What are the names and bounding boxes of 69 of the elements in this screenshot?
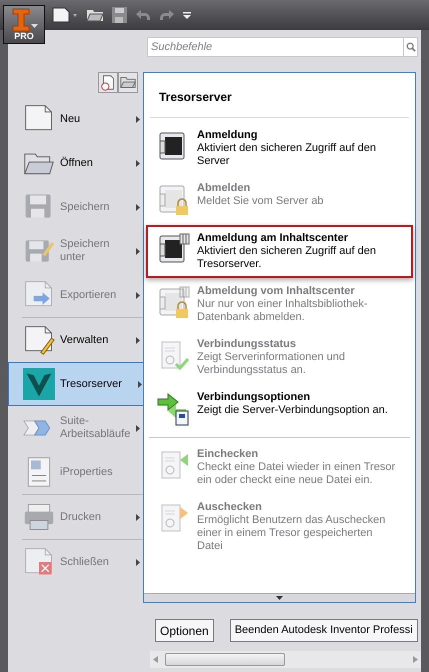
open-folder-icon[interactable] — [86, 8, 104, 22]
menu-item[interactable]: Öffnen — [8, 141, 144, 185]
command-description: Nur nur von einer Inhaltsbibliothek-Datenbank abmelden. — [197, 298, 369, 324]
application-menu-button[interactable]: PRO — [3, 5, 45, 44]
dropdown-icon[interactable] — [183, 12, 191, 18]
menu-item[interactable]: Tresorserver — [8, 362, 146, 406]
search-icon — [406, 42, 416, 52]
menu-icon — [23, 324, 55, 356]
submenu-arrow-icon — [136, 424, 140, 432]
submenu-item[interactable]: Anmeldung Aktiviert den sicheren Zugriff auf den Server — [144, 122, 415, 175]
command-title: Anmeldung am Inhaltscenter — [197, 232, 349, 245]
command-description: Checkt eine Datei wieder in einen Tresor ein oder checkt eine neue Datei ein. — [197, 461, 396, 487]
menu-label: Öffnen — [60, 156, 94, 170]
recent-documents-icon[interactable] — [98, 72, 118, 93]
submenu-arrow-icon — [136, 336, 140, 344]
submenu-title: Tresorserver — [159, 90, 232, 104]
command-description: Aktiviert den sicheren Zugriff auf den Tresorserver. — [197, 245, 377, 271]
save-icon[interactable] — [112, 7, 127, 23]
submenu-arrow-icon — [136, 160, 140, 166]
command-description: Zeigt die Server-Verbindungsoption an. — [197, 404, 388, 417]
submenu-arrow-icon — [136, 558, 140, 566]
command-title: Verbindungsstatus — [197, 338, 298, 351]
undo-icon[interactable] — [135, 9, 151, 21]
menu-label: iProperties — [60, 466, 114, 478]
menu-item[interactable]: Verwalten — [8, 318, 144, 362]
scroll-down-icon — [276, 596, 283, 600]
menu-label: Verwalten — [60, 334, 110, 346]
menu-label: Speichern — [60, 200, 111, 214]
menu-label: Tresorserver — [60, 378, 123, 390]
menu-label: Schließen — [60, 556, 110, 568]
submenu-arrow-icon — [138, 380, 142, 388]
search-field[interactable]: Suchbefehle — [147, 37, 404, 57]
redo-icon[interactable] — [159, 9, 175, 21]
exit-button[interactable]: Beenden Autodesk Inventor Professi — [230, 619, 418, 642]
menu-item[interactable]: Neu — [8, 97, 144, 141]
command-title: Verbindungsoptionen — [197, 391, 312, 404]
options-button[interactable]: Optionen — [155, 619, 214, 642]
submenu-item[interactable]: Verbindungsoptionen Zeigt die Server-Verbindungsoption an. — [144, 384, 415, 434]
scroll-left-icon[interactable] — [153, 656, 158, 663]
submenu-arrow-icon — [136, 292, 140, 298]
scroll-down-bar[interactable] — [144, 593, 415, 602]
scroll-right-icon[interactable] — [413, 656, 418, 663]
command-title: Abmeldung vom Inhaltscenter — [197, 285, 356, 298]
logo-icon — [10, 8, 30, 32]
command-title: Abmelden — [197, 182, 252, 195]
command-description: Zeigt Serverinformationen und Verbindungsstatus an. — [197, 351, 346, 377]
menu-label: Drucken — [60, 510, 102, 524]
submenu-item[interactable]: Anmeldung am Inhaltscenter Aktiviert den sicheren Zugriff auf den Tresorserver. — [144, 225, 415, 278]
menu-icon — [23, 501, 55, 533]
submenu-arrow-icon — [136, 514, 140, 520]
submenu-arrow-icon — [136, 116, 140, 122]
command-description: Aktiviert den sicheren Zugriff auf den Server — [197, 142, 377, 168]
menu-label: Exportieren — [60, 288, 118, 302]
menu-label: Neu — [60, 112, 82, 126]
command-description: Meldet Sie vom Server ab — [197, 195, 324, 208]
horizontal-scrollbar[interactable] — [150, 651, 421, 668]
edition-label: PRO — [14, 31, 34, 41]
menu-label: Suite-Arbeitsabläufe — [60, 415, 131, 441]
command-title: Anmeldung — [197, 129, 258, 142]
new-file-icon[interactable] — [52, 7, 78, 23]
submenu-arrow-icon — [136, 248, 140, 254]
command-title: Einchecken — [197, 448, 260, 461]
menu-icon — [23, 368, 55, 400]
command-title: Auschecken — [197, 501, 263, 514]
command-description: Ermöglicht Benutzern das Auschecken einer in einem Tresor gespeicherten Datei — [197, 514, 386, 553]
menu-label: Speichern unter — [60, 238, 111, 264]
open-folder-icon[interactable] — [118, 72, 138, 93]
search-button[interactable] — [404, 37, 418, 57]
submenu-arrow-icon — [136, 204, 140, 210]
